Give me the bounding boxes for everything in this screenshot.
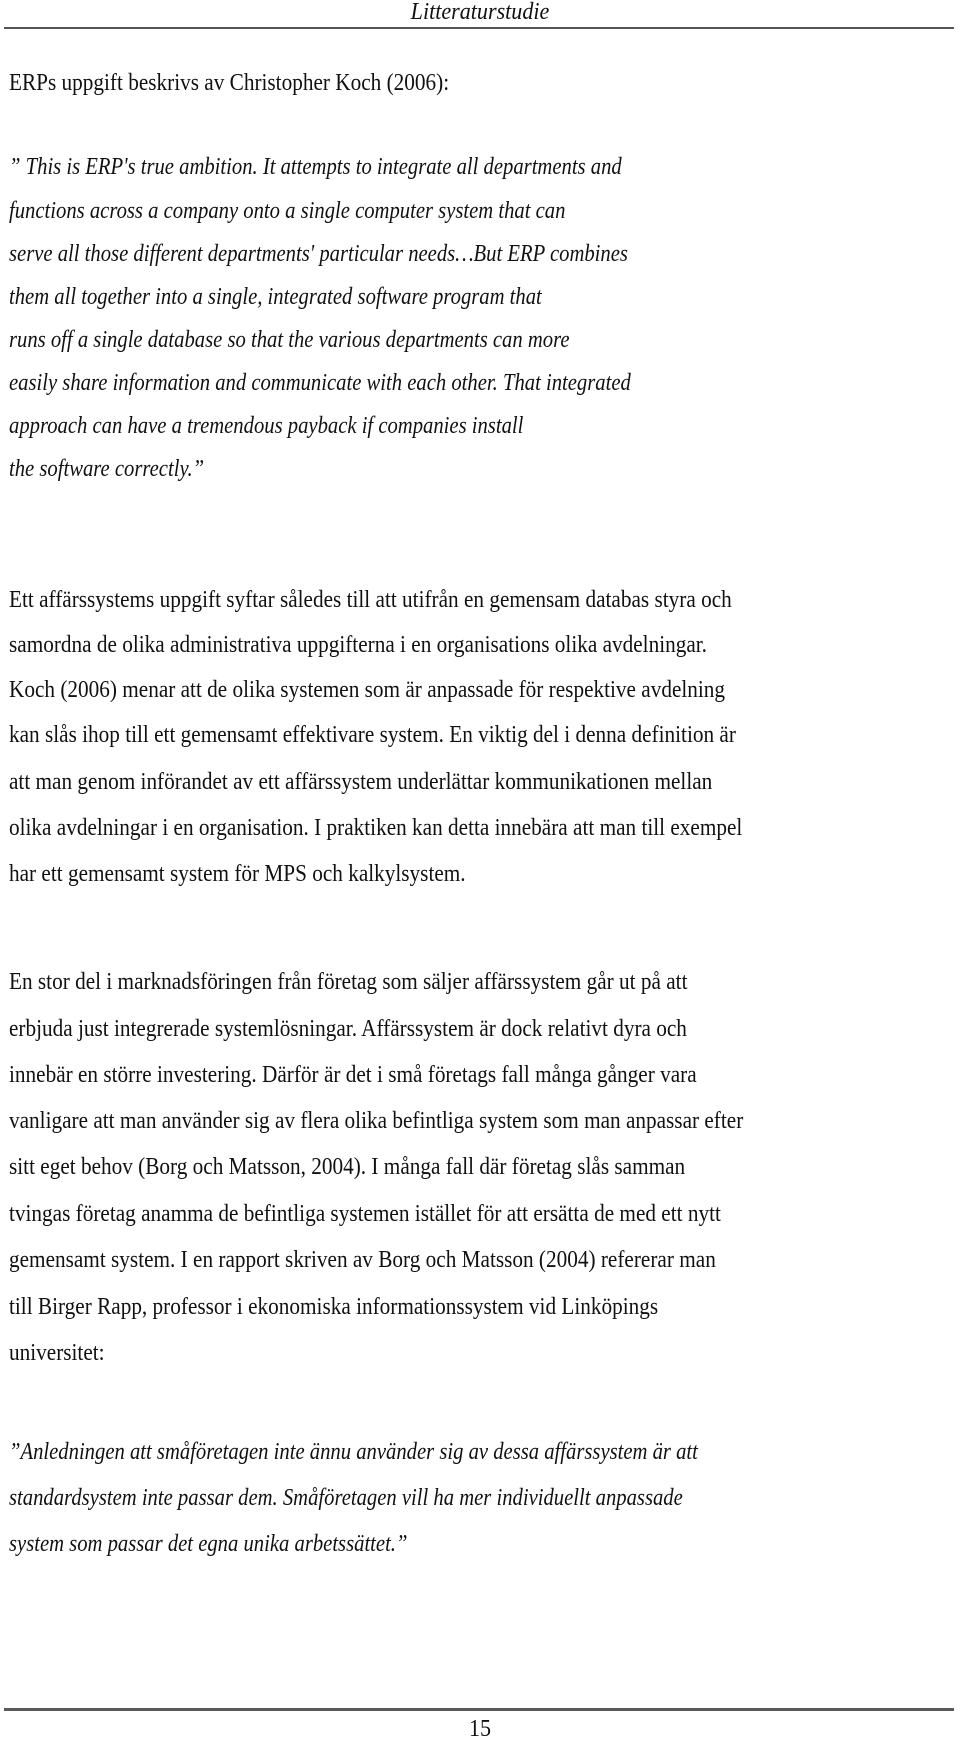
paragraph-line: universitet: [9,1340,105,1366]
paragraph-line: tvingas företag anamma de befintliga sys… [9,1201,721,1227]
paragraph-line: gemensamt system. I en rapport skriven a… [9,1247,716,1273]
paragraph-line: samordna de olika administrativa uppgift… [9,632,707,658]
quote-line: easily share information and communicate… [9,370,631,396]
paragraph-line: Koch (2006) menar att de olika systemen … [9,677,726,703]
quote-line: ”Anledningen att småföretagen inte ännu … [9,1439,698,1465]
quote-line: approach can have a tremendous payback i… [9,413,524,439]
header-rule [4,27,954,29]
intro-line: ERPs uppgift beskrivs av Christopher Koc… [9,70,450,96]
quote-line: runs off a single database so that the v… [9,327,570,353]
quote-line: serve all those different departments' p… [9,241,628,267]
paragraph-line: sitt eget behov (Borg och Matsson, 2004)… [9,1154,686,1180]
paragraph-line: Ett affärssystems uppgift syftar således… [9,587,732,613]
paragraph-line: vanligare att man använder sig av flera … [9,1108,744,1134]
quote-line: system som passar det egna unika arbetss… [9,1531,408,1557]
paragraph-line: innebär en större investering. Därför är… [9,1062,697,1088]
quote-line: standardsystem inte passar dem. Småföret… [9,1485,683,1511]
paragraph-line: kan slås ihop till ett gemensamt effekti… [9,722,736,748]
page-number: 15 [468,1716,492,1742]
quote-line: them all together into a single, integra… [9,284,542,310]
paragraph-line: har ett gemensamt system för MPS och kal… [9,861,466,887]
footer-rule [4,1708,954,1711]
quote-line: the software correctly.” [9,456,205,482]
quote-line: functions across a company onto a single… [9,198,566,224]
quote-line: ” This is ERP's true ambition. It attemp… [9,154,622,180]
paragraph-line: En stor del i marknadsföringen från före… [9,969,688,995]
paragraph-line: till Birger Rapp, professor i ekonomiska… [9,1294,659,1320]
paragraph-line: att man genom införandet av ett affärssy… [9,769,713,795]
running-header-title: Litteraturstudie [410,0,550,25]
paragraph-line: erbjuda just integrerade systemlösningar… [9,1016,687,1042]
paragraph-line: olika avdelningar i en organisation. I p… [9,815,743,841]
